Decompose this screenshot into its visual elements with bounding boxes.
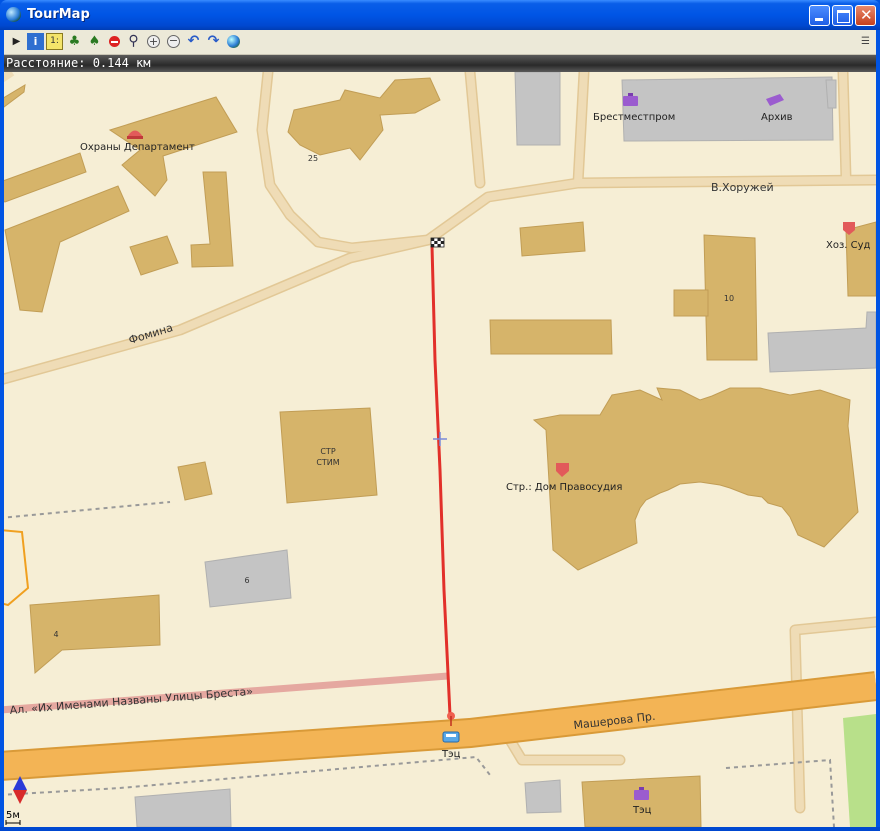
window-bottom-border	[0, 827, 880, 831]
ruler-icon[interactable]: 1:	[46, 33, 63, 50]
close-icon: ✕	[860, 6, 873, 24]
close-button[interactable]: ✕	[855, 5, 876, 26]
label-brestmestprom: Брестместпром	[593, 112, 675, 123]
building-number-25: 25	[308, 154, 318, 163]
map-canvas[interactable]: 25 10 СТР СТИМ 6 4 Охраны Департамент Бр…	[4, 72, 876, 827]
route-start-flag-icon[interactable]	[430, 237, 445, 248]
globe-app-icon	[6, 7, 21, 22]
magnifier-icon[interactable]: ⚲	[125, 33, 142, 50]
street-label-khoruzhey: В.Хоружей	[711, 181, 774, 194]
label-tets-building: Тэц	[632, 805, 652, 816]
distance-text: Расстояние: 0.144 км	[6, 56, 151, 70]
minimize-button[interactable]	[809, 5, 830, 26]
label-khoz-sud: Хоз. Суд	[826, 240, 871, 251]
undo-icon[interactable]: ↶	[185, 33, 202, 50]
tree-icon[interactable]: ♣	[66, 33, 83, 50]
no-entry-icon[interactable]	[106, 33, 123, 50]
pointer-icon[interactable]: ▶	[8, 33, 25, 50]
minimize-icon	[815, 18, 823, 21]
app-window: TourMap ✕ ▶ i 1: ♣ ♠ ⚲ + − ↶ ↷ ☰ Расстоя…	[0, 0, 880, 831]
title-bar[interactable]: TourMap ✕	[0, 0, 880, 30]
maximize-button[interactable]	[832, 5, 853, 26]
label-tets-stop: Тэц	[441, 749, 461, 760]
label-okhrany-departament: Охраны Департамент	[80, 142, 195, 153]
building-number-4: 4	[53, 630, 58, 639]
building-number-10: 10	[724, 294, 734, 303]
traffic-light-icon[interactable]: ♠	[86, 33, 103, 50]
building-number-6: 6	[244, 576, 249, 585]
building-label-stim: СТИМ	[316, 458, 339, 467]
redo-icon[interactable]: ↷	[205, 33, 222, 50]
distance-status-bar: Расстояние: 0.144 км	[4, 55, 876, 72]
building-label-str: СТР	[320, 447, 335, 456]
info-icon[interactable]: i	[27, 33, 44, 50]
label-arkhiv: Архив	[761, 112, 793, 123]
zoom-out-icon[interactable]: −	[165, 33, 182, 50]
toolbar: ▶ i 1: ♣ ♠ ⚲ + − ↶ ↷ ☰	[4, 30, 876, 55]
label-dom-pravosudiya: Стр.: Дом Правосудия	[506, 482, 622, 493]
scale-label: 5м	[6, 810, 20, 821]
maximize-icon	[837, 10, 850, 23]
bus-stop-icon[interactable]	[442, 731, 460, 743]
globe-icon[interactable]	[225, 33, 242, 50]
zoom-in-icon[interactable]: +	[145, 33, 162, 50]
list-icon[interactable]: ☰	[857, 33, 874, 50]
window-title: TourMap	[27, 7, 90, 22]
map-view[interactable]: 25 10 СТР СТИМ 6 4 Охраны Департамент Бр…	[4, 72, 876, 827]
